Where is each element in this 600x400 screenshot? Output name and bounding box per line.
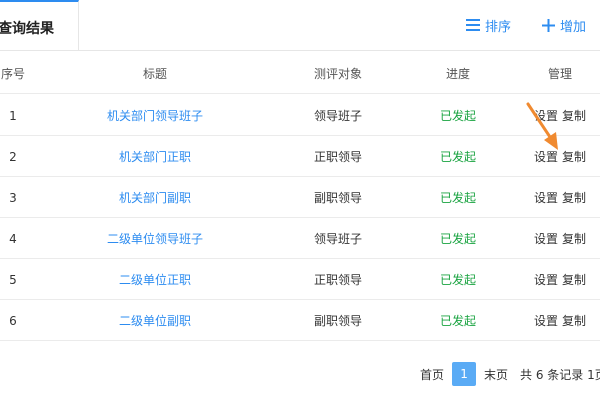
row-index: 4 xyxy=(9,232,17,246)
table-row: 3 机关部门副职 副职领导 已发起 设置 复制 xyxy=(0,178,600,218)
row-status: 已发起 xyxy=(439,314,476,328)
row-index: 6 xyxy=(9,314,17,328)
page-number-current[interactable]: 1 xyxy=(452,362,477,386)
row-status: 已发起 xyxy=(439,273,476,287)
row-index: 1 xyxy=(9,109,17,123)
settings-link[interactable]: 设置 xyxy=(534,232,558,246)
header-title: 标题 xyxy=(142,67,167,81)
settings-link[interactable]: 设置 xyxy=(534,273,558,287)
record-summary: 共 6 条记录 1页 xyxy=(520,367,600,382)
row-status: 已发起 xyxy=(439,150,476,164)
row-status: 已发起 xyxy=(439,191,476,205)
copy-link[interactable]: 复制 xyxy=(562,150,586,164)
copy-link[interactable]: 复制 xyxy=(562,109,586,123)
row-actions: 设置 复制 xyxy=(520,301,600,341)
sort-button[interactable]: 排序 xyxy=(466,14,511,36)
pagination: 首页 1 末页 共 6 条记录 1页 xyxy=(420,362,600,386)
table-row: 1 机关部门领导班子 领导班子 已发起 设置 复制 xyxy=(0,96,600,136)
row-title-link[interactable]: 二级单位正职 xyxy=(80,260,230,300)
row-target: 领导班子 xyxy=(313,232,362,246)
settings-link[interactable]: 设置 xyxy=(534,191,558,205)
row-target: 副职领导 xyxy=(313,314,362,328)
table-header-row: 序号 标题 测评对象 进度 管理 xyxy=(0,54,600,94)
copy-link[interactable]: 复制 xyxy=(562,314,586,328)
row-title-link[interactable]: 机关部门副职 xyxy=(80,178,230,218)
settings-link[interactable]: 设置 xyxy=(534,314,558,328)
row-index: 5 xyxy=(9,273,17,287)
row-target: 正职领导 xyxy=(313,273,362,287)
header-progress: 进度 xyxy=(445,67,470,81)
row-target: 正职领导 xyxy=(313,150,362,164)
row-actions: 设置 复制 xyxy=(520,178,600,218)
top-bar: 查询结果 排序 增加 xyxy=(0,0,600,51)
row-title-link[interactable]: 机关部门正职 xyxy=(80,137,230,177)
copy-link[interactable]: 复制 xyxy=(562,273,586,287)
list-icon xyxy=(466,19,480,31)
row-status: 已发起 xyxy=(439,109,476,123)
row-actions: 设置 复制 xyxy=(520,260,600,300)
header-target: 测评对象 xyxy=(313,67,362,81)
row-title-link[interactable]: 二级单位领导班子 xyxy=(80,219,230,259)
sort-label: 排序 xyxy=(485,19,512,35)
last-page-link[interactable]: 末页 xyxy=(484,366,508,383)
copy-link[interactable]: 复制 xyxy=(562,191,586,205)
settings-link[interactable]: 设置 xyxy=(534,150,558,164)
tab-label: 查询结果 xyxy=(0,21,54,37)
table-row: 2 机关部门正职 正职领导 已发起 设置 复制 xyxy=(0,137,600,177)
header-manage: 管理 xyxy=(547,67,572,81)
arrow-icon xyxy=(526,102,558,150)
row-status: 已发起 xyxy=(439,232,476,246)
row-index: 2 xyxy=(9,150,17,164)
add-label: 增加 xyxy=(560,19,587,35)
header-index: 序号 xyxy=(0,67,25,81)
row-title-link[interactable]: 二级单位副职 xyxy=(80,301,230,341)
table-row: 4 二级单位领导班子 领导班子 已发起 设置 复制 xyxy=(0,219,600,259)
row-title-link[interactable]: 机关部门领导班子 xyxy=(80,96,230,136)
row-target: 领导班子 xyxy=(313,109,362,123)
row-index: 3 xyxy=(9,191,17,205)
plus-icon xyxy=(542,18,555,32)
row-actions: 设置 复制 xyxy=(520,219,600,259)
row-target: 副职领导 xyxy=(313,191,362,205)
add-button[interactable]: 增加 xyxy=(542,14,586,36)
first-page-link[interactable]: 首页 xyxy=(420,366,444,383)
table-row: 5 二级单位正职 正职领导 已发起 设置 复制 xyxy=(0,260,600,300)
copy-link[interactable]: 复制 xyxy=(562,232,586,246)
tab-query-results[interactable]: 查询结果 xyxy=(0,0,79,50)
table-row: 6 二级单位副职 副职领导 已发起 设置 复制 xyxy=(0,301,600,341)
